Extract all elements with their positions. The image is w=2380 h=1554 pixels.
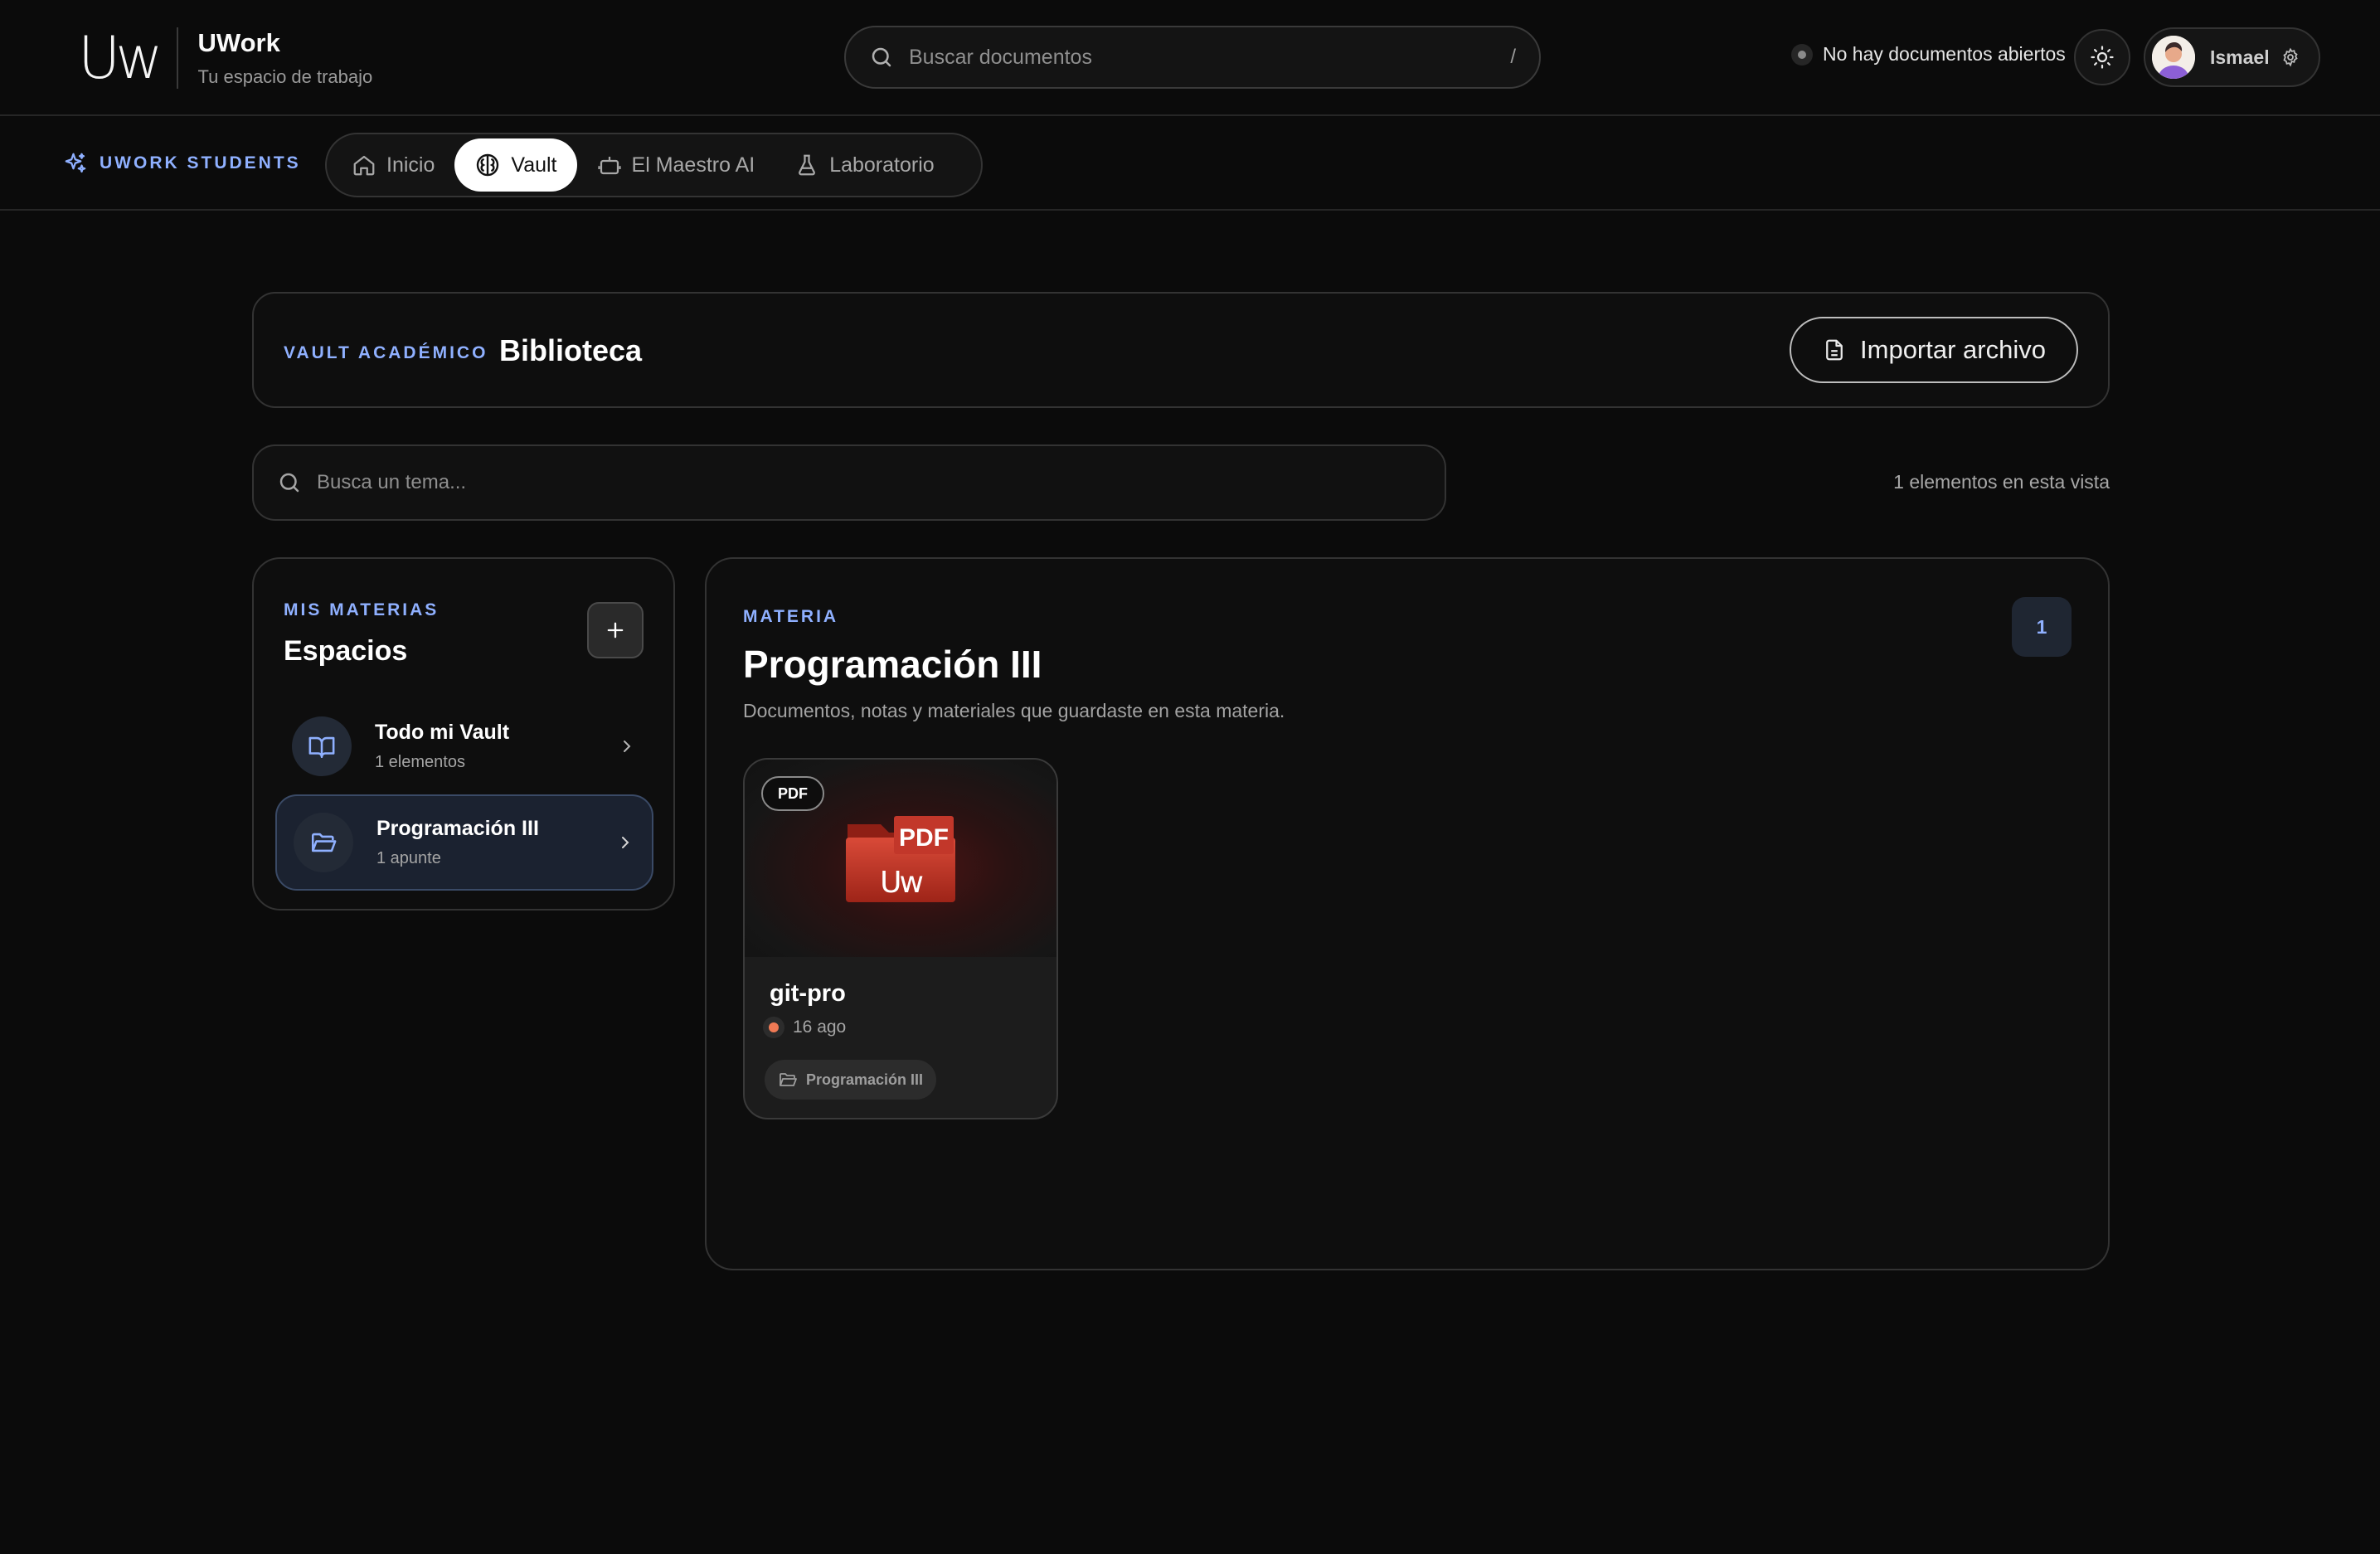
space-item-todo-mi-vault[interactable]: Todo mi Vault 1 elementos bbox=[275, 698, 653, 794]
students-label: UWORK STUDENTS bbox=[100, 153, 301, 172]
page-title: Biblioteca bbox=[499, 333, 643, 367]
space-meta: 1 apunte bbox=[376, 849, 441, 867]
tab-vault[interactable]: Vault bbox=[454, 138, 577, 192]
document-date: 16 ago bbox=[763, 1017, 846, 1038]
chevron-right-icon bbox=[615, 833, 635, 852]
document-name: git-pro bbox=[770, 980, 846, 1007]
gear-icon[interactable] bbox=[2280, 47, 2300, 67]
import-file-button[interactable]: Importar archivo bbox=[1790, 317, 2078, 383]
uwork-students-badge[interactable]: UWORK STUDENTS bbox=[63, 151, 301, 176]
space-item-programacion-iii[interactable]: Programación III 1 apunte bbox=[275, 794, 653, 891]
document-search-input[interactable]: Buscar documentos / bbox=[844, 26, 1541, 89]
tab-label: Vault bbox=[511, 153, 557, 177]
main-nav: UWORK STUDENTS Inicio Vault El Maestro A… bbox=[0, 116, 2380, 211]
brand[interactable]: Uw UWork Tu espacio de trabajo bbox=[78, 25, 372, 91]
materia-title: Programación III bbox=[743, 643, 1042, 686]
tab-label: El Maestro AI bbox=[631, 153, 755, 177]
materia-description: Documentos, notas y materiales que guard… bbox=[743, 700, 1285, 721]
brand-divider bbox=[176, 27, 178, 89]
app-name: UWork bbox=[197, 28, 280, 57]
materia-kicker: MATERIA bbox=[743, 607, 839, 626]
folder-open-icon bbox=[294, 813, 353, 872]
user-menu-button[interactable]: Ismael bbox=[2144, 27, 2320, 87]
status-dot-icon bbox=[763, 1017, 784, 1038]
spaces-kicker: MIS MATERIAS bbox=[284, 600, 440, 619]
brain-icon bbox=[474, 152, 501, 178]
nav-tabs: Inicio Vault El Maestro AI Laboratorio bbox=[325, 133, 983, 197]
topic-search-placeholder: Busca un tema... bbox=[317, 471, 467, 493]
topic-search-input[interactable]: Busca un tema... bbox=[252, 444, 1446, 521]
uwork-logo: Uw bbox=[78, 24, 163, 92]
space-name: Todo mi Vault bbox=[375, 721, 510, 744]
view-item-count: 1 elementos en esta vista bbox=[1893, 471, 2110, 493]
thumb-logo: Uw bbox=[880, 866, 922, 900]
theme-toggle-button[interactable] bbox=[2074, 29, 2130, 85]
sparkles-icon bbox=[63, 151, 88, 176]
tab-label: Inicio bbox=[386, 153, 435, 177]
document-subject-tag[interactable]: Programación III bbox=[765, 1060, 937, 1100]
search-shortcut-hint: / bbox=[1510, 46, 1516, 68]
tab-label: Laboratorio bbox=[829, 153, 935, 177]
tab-el-maestro-ai[interactable]: El Maestro AI bbox=[577, 138, 775, 192]
avatar bbox=[2152, 36, 2195, 79]
search-placeholder: Buscar documentos bbox=[909, 45, 1092, 69]
home-icon bbox=[352, 153, 376, 177]
open-documents-label: No hay documentos abiertos bbox=[1823, 43, 2066, 65]
search-icon bbox=[869, 45, 894, 70]
file-type-badge: PDF bbox=[761, 776, 824, 811]
materia-count-badge: 1 bbox=[2012, 597, 2072, 657]
spaces-sidebar: MIS MATERIAS Espacios Todo mi Vault 1 el… bbox=[252, 557, 675, 911]
book-open-icon bbox=[292, 716, 352, 776]
tab-inicio[interactable]: Inicio bbox=[332, 138, 454, 192]
add-space-button[interactable] bbox=[587, 602, 644, 658]
folder-icon bbox=[778, 1070, 798, 1090]
open-documents-status: No hay documentos abiertos bbox=[1791, 43, 2066, 66]
top-bar: Uw UWork Tu espacio de trabajo Buscar do… bbox=[0, 0, 2380, 116]
flask-icon bbox=[794, 153, 819, 177]
bot-icon bbox=[597, 153, 622, 177]
search-icon bbox=[277, 470, 302, 495]
sun-icon bbox=[2090, 45, 2115, 70]
document-subject-label: Programación III bbox=[806, 1071, 924, 1088]
document-date-label: 16 ago bbox=[793, 1017, 847, 1037]
spaces-title: Espacios bbox=[284, 635, 408, 667]
space-meta: 1 elementos bbox=[375, 753, 465, 771]
import-file-label: Importar archivo bbox=[1860, 335, 2046, 364]
user-name: Ismael bbox=[2210, 46, 2270, 68]
document-card[interactable]: PDF Uw PDF git-pro 16 ago Programación I… bbox=[743, 758, 1058, 1119]
space-name: Programación III bbox=[376, 817, 539, 840]
tab-laboratorio[interactable]: Laboratorio bbox=[775, 138, 954, 192]
materia-panel: MATERIA Programación III Documentos, not… bbox=[705, 557, 2110, 1270]
plus-icon bbox=[604, 619, 627, 642]
app-tagline: Tu espacio de trabajo bbox=[197, 66, 373, 87]
file-text-icon bbox=[1822, 338, 1847, 362]
library-kicker: VAULT ACADÉMICO bbox=[284, 343, 488, 362]
chevron-right-icon bbox=[617, 736, 637, 756]
library-header: VAULT ACADÉMICO Biblioteca Importar arch… bbox=[252, 292, 2110, 408]
thumb-pdf-label: PDF bbox=[899, 824, 949, 852]
pdf-folder-icon: PDF Uw bbox=[846, 816, 955, 902]
status-dot-icon bbox=[1791, 43, 1813, 66]
